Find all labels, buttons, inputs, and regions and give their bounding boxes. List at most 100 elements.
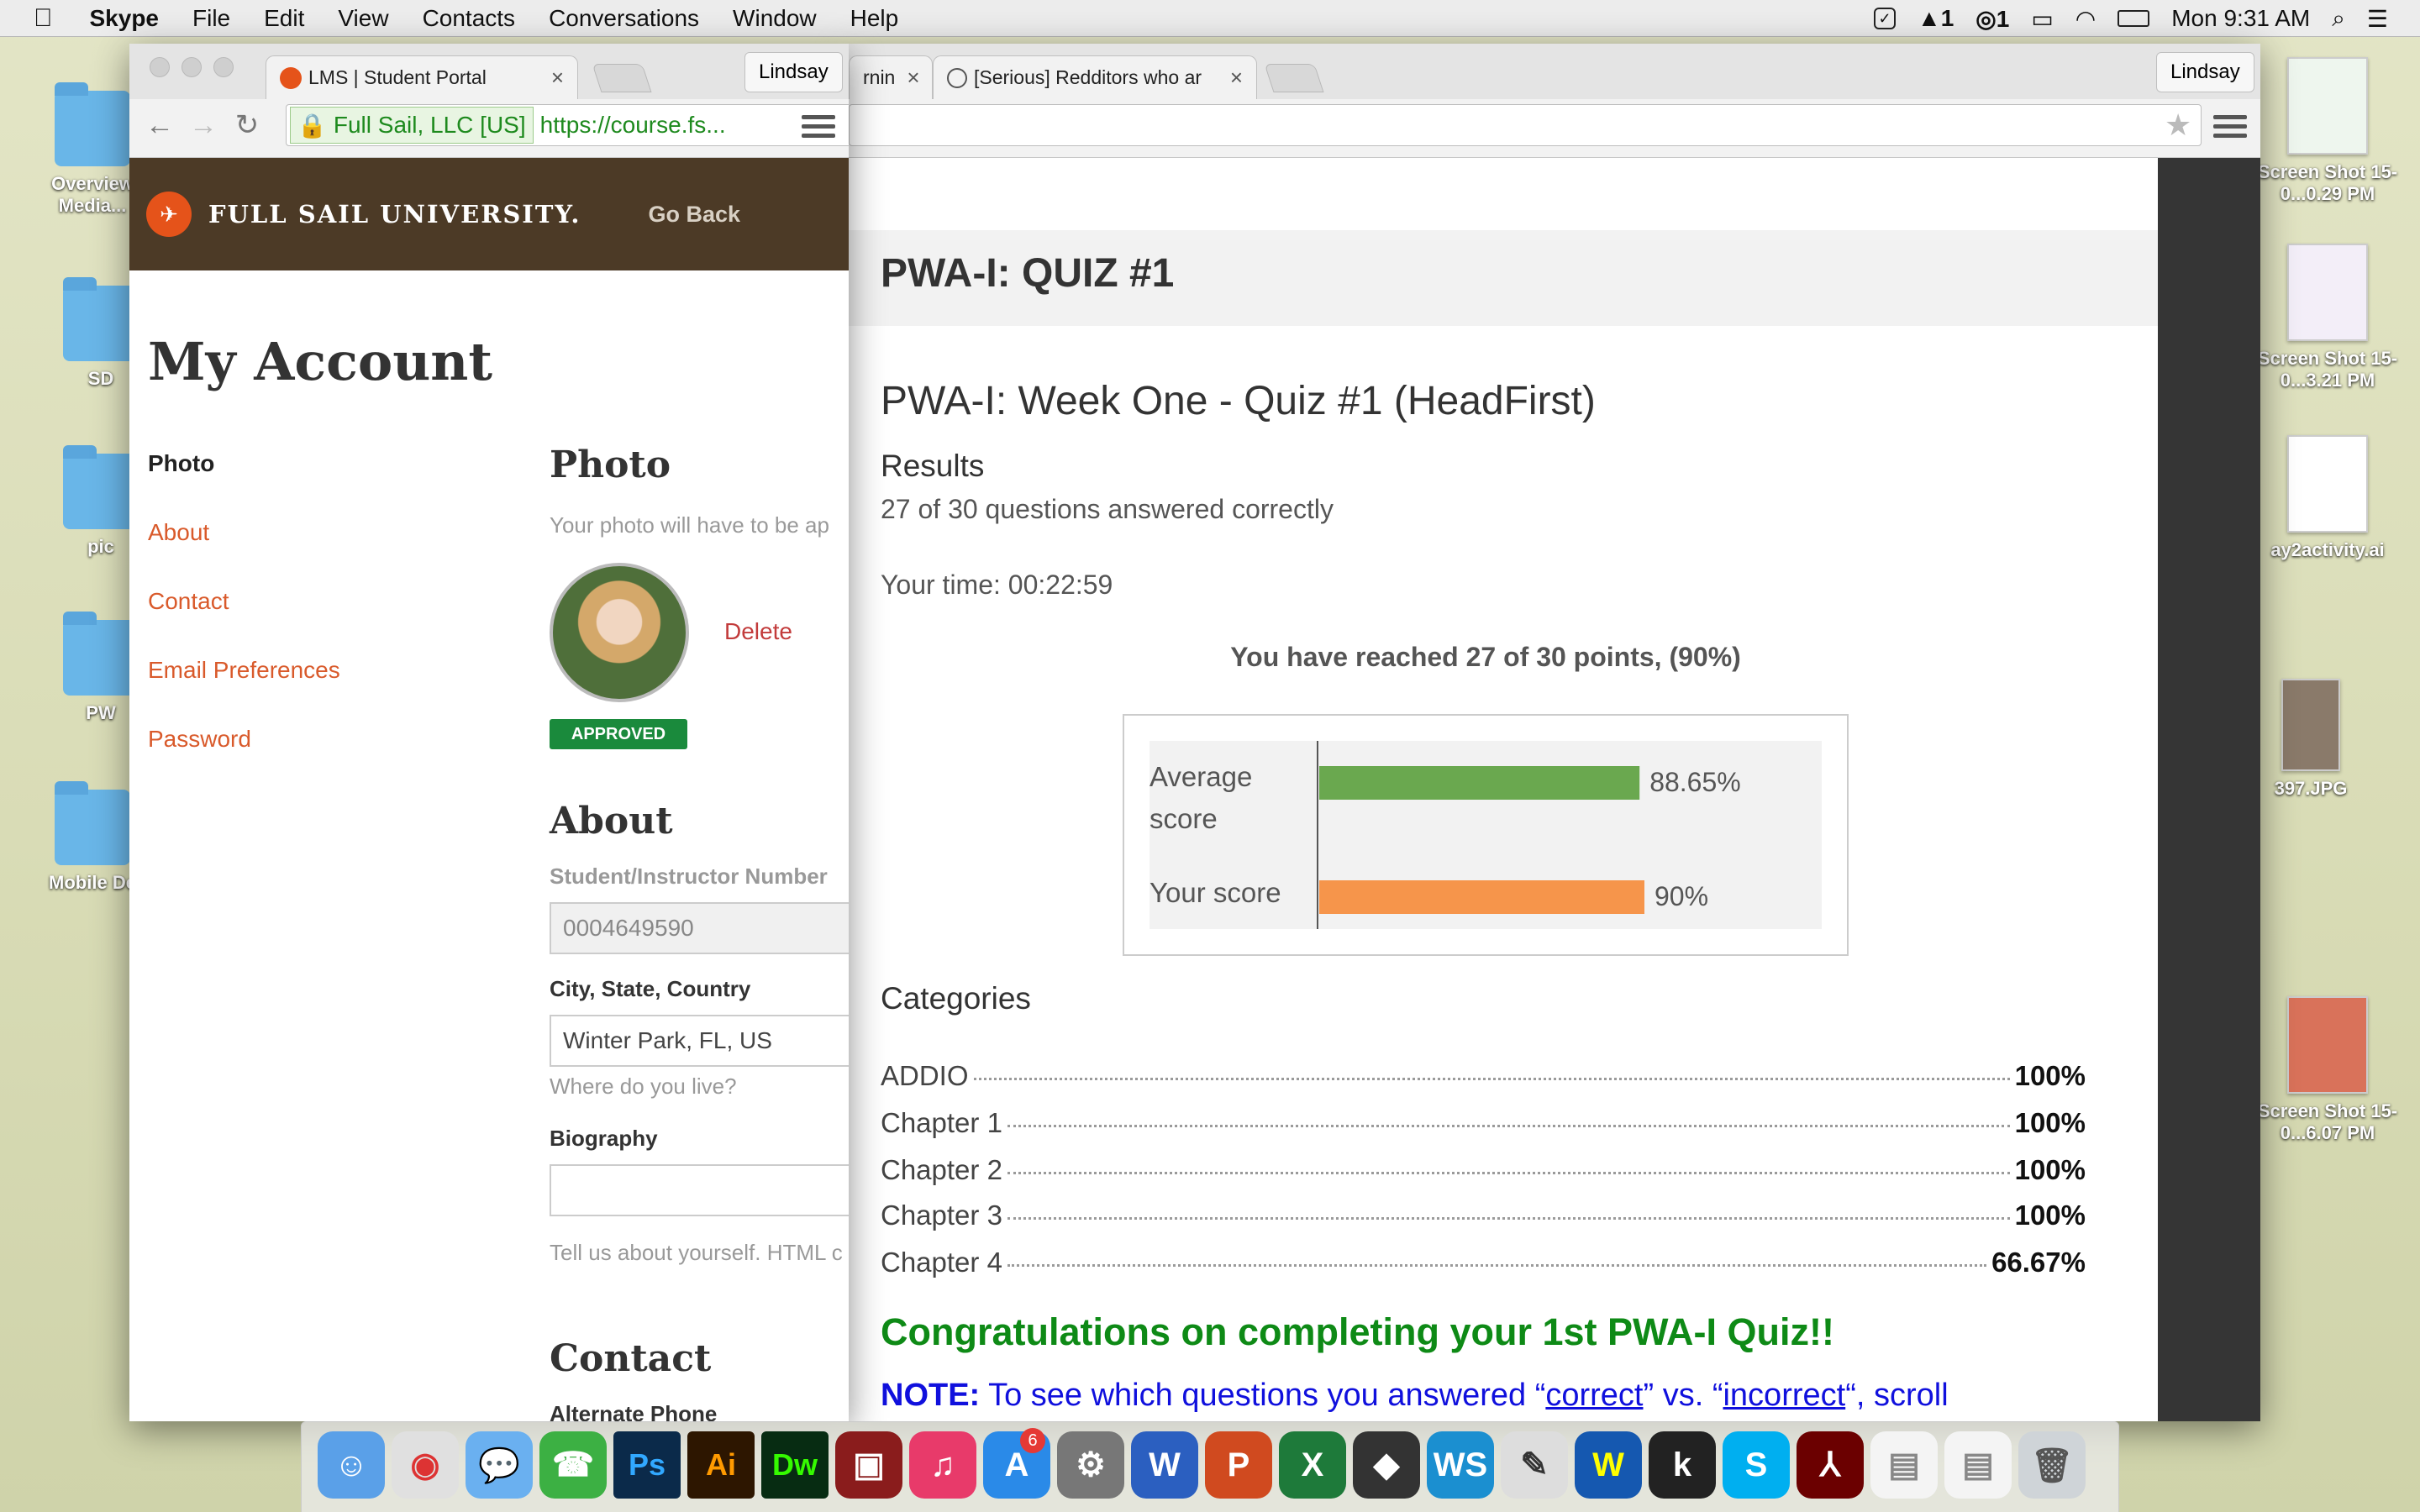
desktop-file-label: Screen Shot 15-0...6.07 PM — [2257, 1100, 2398, 1143]
avatar[interactable] — [550, 563, 689, 702]
close-tab-icon[interactable]: × — [539, 65, 564, 91]
address-bar[interactable]: 🔒 Full Sail, LLC [US] https://course.fs..… — [286, 104, 849, 146]
bookmark-star-icon[interactable]: ★ — [2165, 108, 2191, 143]
browser-tab-active[interactable]: LMS | Student Portal × — [266, 55, 578, 99]
city-label: City, State, Country — [550, 976, 751, 1001]
dock-s-icon[interactable]: S — [1723, 1431, 1790, 1499]
folder-icon — [55, 781, 130, 865]
dock-facetime-icon[interactable]: ☎ — [539, 1431, 607, 1499]
dock-ai-icon[interactable]: Ai — [687, 1431, 755, 1499]
dock-documents-icon[interactable]: ▤ — [1870, 1431, 1938, 1499]
browser-tab[interactable]: rnin × — [849, 55, 933, 99]
spotlight-icon[interactable]: ⌕ — [2332, 5, 2345, 33]
nav-contact[interactable]: Contact — [148, 588, 229, 615]
chart-category-label: score — [1150, 803, 1218, 834]
desktop-file[interactable]: Screen Shot 15-0...6.07 PM — [2252, 996, 2403, 1144]
dock-itunes-icon[interactable]: ♫ — [909, 1431, 976, 1499]
close-tab-icon[interactable]: × — [1218, 65, 1243, 91]
new-tab-button[interactable] — [592, 64, 652, 92]
city-help-text: Where do you live? — [550, 1074, 737, 1099]
menu-file[interactable]: File — [192, 5, 230, 32]
minimize-window-icon[interactable] — [182, 57, 202, 77]
new-tab-button[interactable] — [1264, 64, 1324, 92]
nav-about[interactable]: About — [148, 519, 209, 546]
answered-count: 27 of 30 questions answered correctly — [881, 494, 1334, 524]
screenshot-thumbnail-icon — [2287, 996, 2368, 1094]
address-bar[interactable] — [849, 104, 2202, 146]
dock-p-icon[interactable]: P — [1205, 1431, 1272, 1499]
dock-acrobat-icon[interactable]: ⅄ — [1797, 1431, 1864, 1499]
dock-ps-icon[interactable]: Ps — [613, 1431, 681, 1499]
dock-brush-icon[interactable]: ✎ — [1501, 1431, 1568, 1499]
nav-password[interactable]: Password — [148, 726, 251, 753]
quiz-time: Your time: 00:22:59 — [881, 570, 1113, 600]
zoom-window-icon[interactable] — [213, 57, 234, 77]
dock-github-icon[interactable]: ◆ — [1353, 1431, 1420, 1499]
dock-dw-icon[interactable]: Dw — [761, 1431, 829, 1499]
menu-contacts[interactable]: Contacts — [423, 5, 516, 32]
correct-link[interactable]: correct — [1545, 1378, 1643, 1413]
go-back-link[interactable]: Go Back — [648, 202, 740, 228]
skype-status-icon[interactable]: ✓ — [1874, 8, 1896, 29]
desktop-file[interactable]: Screen Shot 15-0...0.29 PM — [2252, 57, 2403, 205]
desktop-file-label: Screen Shot 15-0...3.21 PM — [2257, 348, 2398, 391]
dock-winamp-icon[interactable]: W — [1575, 1431, 1642, 1499]
back-arrow-icon[interactable]: ← — [141, 104, 178, 146]
student-number-label: Student/Instructor Number — [550, 864, 828, 889]
nav-photo[interactable]: Photo — [148, 450, 214, 477]
dock-messages-icon[interactable]: 💬 — [466, 1431, 533, 1499]
wifi-icon[interactable]: ◠ — [2075, 5, 2096, 33]
battery-icon[interactable] — [2118, 10, 2150, 27]
clock[interactable]: Mon 9:31 AM — [2171, 5, 2310, 32]
notification-center-icon[interactable]: ☰ — [2367, 5, 2388, 33]
chart-bar — [1319, 766, 1640, 800]
dock-photo-booth-icon[interactable]: ▣ — [835, 1431, 902, 1499]
chrome-menu-icon[interactable] — [2213, 109, 2247, 143]
dock-downloads-icon[interactable]: ▤ — [1944, 1431, 2012, 1499]
nav-email-preferences[interactable]: Email Preferences — [148, 657, 340, 684]
account-page: My Account Photo About Contact Email Pre… — [129, 270, 849, 1421]
menu-conversations[interactable]: Conversations — [549, 5, 699, 32]
menu-window[interactable]: Window — [733, 5, 817, 32]
adobe-menu-icon[interactable]: ▲1 — [1918, 5, 1954, 32]
reload-icon[interactable]: ↻ — [229, 104, 266, 146]
menu-view[interactable]: View — [338, 5, 388, 32]
profile-button[interactable]: Lindsay — [744, 52, 843, 92]
city-input[interactable]: Winter Park, FL, US — [550, 1015, 849, 1067]
folder-icon — [63, 612, 139, 696]
forward-arrow-icon[interactable]: → — [185, 104, 222, 146]
incorrect-link[interactable]: incorrect — [1723, 1378, 1845, 1413]
adobe-count: 1 — [1940, 5, 1954, 31]
biography-input[interactable] — [550, 1164, 849, 1216]
apple-menu-icon[interactable]:  — [34, 4, 53, 33]
category-percent: 100% — [2014, 1060, 2086, 1091]
brand-name[interactable]: FULL SAIL UNIVERSITY. — [208, 200, 581, 228]
ev-certificate-badge[interactable]: 🔒 Full Sail, LLC [US] — [290, 107, 534, 144]
menu-edit[interactable]: Edit — [264, 5, 304, 32]
url-text[interactable]: https://course.fs... — [540, 112, 726, 139]
profile-button[interactable]: Lindsay — [2156, 52, 2254, 92]
delete-photo-link[interactable]: Delete — [724, 618, 792, 645]
chrome-menu-icon[interactable] — [802, 109, 835, 143]
desktop-file[interactable]: Screen Shot 15-0...3.21 PM — [2252, 244, 2403, 391]
browser-tab[interactable]: [Serious] Redditors who ar × — [933, 55, 1257, 99]
close-window-icon[interactable] — [150, 57, 170, 77]
dock-x-icon[interactable]: X — [1279, 1431, 1346, 1499]
desktop-file[interactable]: ay2activity.ai — [2252, 435, 2403, 561]
dock-w-icon[interactable]: W — [1131, 1431, 1198, 1499]
dock-trash-icon[interactable]: 🗑 — [2018, 1431, 2086, 1499]
fullsail-logo-icon[interactable]: ✈ — [146, 192, 192, 237]
dock-ws-icon[interactable]: WS — [1427, 1431, 1494, 1499]
close-tab-icon[interactable]: × — [895, 65, 919, 91]
dock-system-preferences-icon[interactable]: ⚙ — [1057, 1431, 1124, 1499]
dock-chrome-icon[interactable]: ◉ — [392, 1431, 459, 1499]
dock-kindle-icon[interactable]: k — [1649, 1431, 1716, 1499]
dock-finder-icon[interactable]: ☺ — [318, 1431, 385, 1499]
airplay-icon[interactable]: ▭ — [2031, 5, 2053, 33]
desktop-folder-label: SD — [87, 368, 114, 389]
creative-cloud-icon[interactable]: ◎1 — [1975, 5, 2009, 33]
menu-help[interactable]: Help — [850, 5, 899, 32]
menu-app-name[interactable]: Skype — [90, 5, 160, 32]
browser-toolbar: LMS | Student Portal × Lindsay ← → ↻ 🔒 Fu… — [129, 44, 849, 158]
congrats-message: Congratulations on completing your 1st P… — [881, 1310, 1834, 1353]
